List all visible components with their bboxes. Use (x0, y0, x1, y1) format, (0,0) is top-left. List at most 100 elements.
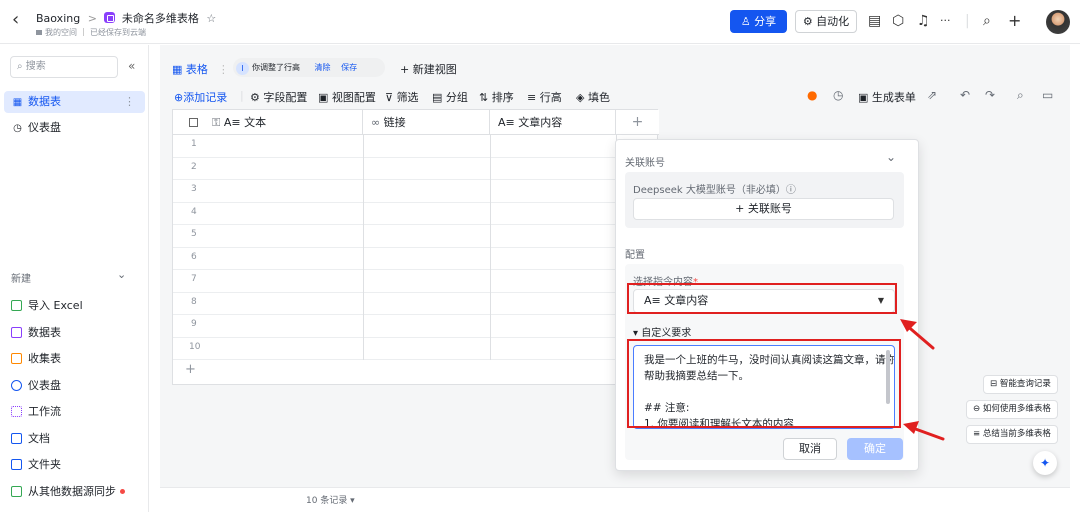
column-header-article[interactable]: A≡ 文章内容 (490, 110, 616, 135)
instruction-label-text: 选择指令内容 (633, 277, 693, 288)
link-account-button[interactable]: + 关联账号 (633, 198, 894, 220)
sidebar-item-datatable[interactable]: ▦ 数据表 ⋮ (4, 91, 145, 113)
textarea-scrollbar[interactable] (886, 350, 890, 404)
template-icon[interactable]: ▤ (868, 13, 881, 29)
table-row[interactable]: 2 (173, 158, 659, 180)
more-icon[interactable]: ⋮ (218, 63, 229, 76)
ai-icon[interactable]: ● (807, 88, 817, 102)
table-row[interactable]: 10 (173, 338, 659, 360)
share-button[interactable]: ♙ 分享 (730, 10, 787, 33)
new-doc[interactable]: 文档 (11, 430, 50, 446)
deepseek-account-box: Deepseek 大模型账号（非必填）ⓘ + 关联账号 (625, 172, 904, 228)
add-row-button[interactable]: + (185, 362, 196, 377)
sidebar-item-dashboard[interactable]: ◷ 仪表盘 (4, 117, 145, 139)
config-title: 配置 (625, 250, 645, 261)
tab-table-view[interactable]: ▦ 表格 ⋮ (172, 61, 229, 77)
group-button[interactable]: ▤ 分组 (432, 89, 468, 105)
filter-button[interactable]: ⊽ 筛选 (385, 89, 419, 105)
comment-icon[interactable]: ▭ (1042, 88, 1053, 102)
new-sync-source[interactable]: 从其他数据源同步 (11, 483, 125, 499)
table-row[interactable]: 1 (173, 135, 659, 158)
back-button[interactable]: ‹ (12, 11, 19, 29)
column-header-link[interactable]: ∞ 链接 (363, 110, 490, 135)
search-records-icon[interactable]: ⌕ (1017, 88, 1024, 103)
breadcrumb-root[interactable]: Baoxing (36, 12, 80, 25)
share-view-icon[interactable]: ⇗ (927, 88, 937, 102)
instruction-select[interactable]: A≡ 文章内容 ▼ (633, 289, 895, 313)
summarize-button[interactable]: ≡ 总结当前多维表格 (966, 425, 1058, 444)
fill-color-button[interactable]: ◈ 填色 (576, 89, 610, 105)
divider: | (965, 13, 970, 29)
row-height-notice: I 你调整了行高 清除 保存 (233, 58, 385, 77)
new-item-label: 文档 (28, 432, 50, 445)
confirm-button[interactable]: 确定 (847, 438, 903, 460)
table-row[interactable]: 4 (173, 203, 659, 225)
bell-icon[interactable]: ♫ (917, 13, 930, 29)
table-row[interactable]: 5 (173, 225, 659, 248)
new-folder[interactable]: 文件夹 (11, 456, 61, 472)
plugin-icon[interactable]: ⬡ (892, 13, 904, 29)
sidebar: ⌕ 搜索 « ▦ 数据表 ⋮ ◷ 仪表盘 新建 ⌄ 导入 Excel 数据表 收集表 … (0, 45, 149, 512)
generate-form-button[interactable]: ▣ 生成表单 (858, 89, 916, 105)
excel-icon (11, 300, 22, 311)
paint-bucket-icon: ◈ (576, 91, 588, 104)
select-all-checkbox[interactable] (189, 118, 198, 127)
view-config-button[interactable]: ▣ 视图配置 (318, 89, 376, 105)
ai-assistant-button[interactable]: ✦ (1033, 451, 1057, 475)
workflow-icon (11, 406, 22, 417)
search-input[interactable]: ⌕ 搜索 (10, 56, 118, 78)
search-placeholder: 搜索 (25, 61, 46, 72)
row-number: 9 (191, 319, 197, 329)
avatar[interactable] (1046, 10, 1070, 34)
table-row[interactable]: 9 (173, 315, 659, 338)
table-row[interactable]: 6 (173, 248, 659, 270)
table-row[interactable]: 7 (173, 270, 659, 293)
column-header-text[interactable]: ⚿ A≡ 文本 (173, 110, 363, 135)
new-datatable[interactable]: 数据表 (11, 324, 61, 340)
view-bar: ▦ 表格 ⋮ I 你调整了行高 清除 保存 + 新建视图 (160, 52, 1070, 82)
add-icon[interactable]: + (1008, 13, 1021, 29)
space-label[interactable]: 我的空间 (45, 28, 77, 37)
row-height-button[interactable]: ≡ 行高 (527, 89, 562, 105)
deepseek-label: Deepseek 大模型账号（非必填）ⓘ (633, 185, 796, 196)
new-form[interactable]: 收集表 (11, 350, 61, 366)
document-title[interactable]: 未命名多维表格 (122, 12, 199, 25)
how-to-use-button[interactable]: ⊖ 如何使用多维表格 (966, 400, 1058, 419)
table-row[interactable]: 3 (173, 180, 659, 203)
table-row[interactable]: 8 (173, 293, 659, 315)
location-status: 我的空间 已经保存到云端 (36, 27, 146, 38)
textarea-line: ## 注意: (644, 402, 690, 414)
add-record-button[interactable]: ⊕添加记录 (174, 89, 227, 105)
field-config-button[interactable]: ⚙ 字段配置 (250, 89, 307, 105)
search-icon[interactable]: ⌕ (983, 13, 991, 29)
collapse-sidebar-button[interactable]: « (128, 59, 135, 73)
history-icon[interactable]: ◷ (833, 88, 843, 102)
sort-button[interactable]: ⇅ 排序 (479, 89, 514, 105)
row-number: 8 (191, 296, 197, 307)
clear-link[interactable]: 清除 (315, 63, 331, 72)
add-circle-icon: ⊕ (174, 91, 184, 104)
chevron-down-icon[interactable]: ⌄ (117, 268, 126, 281)
record-count[interactable]: 10 条记录 ▾ (306, 493, 355, 506)
new-workflow[interactable]: 工作流 (11, 403, 61, 419)
redo-icon[interactable]: ↷ (985, 88, 995, 102)
new-view-button[interactable]: + 新建视图 (400, 61, 457, 77)
automation-button[interactable]: ⚙ 自动化 (795, 10, 857, 33)
more-icon[interactable]: ⋮ (124, 91, 135, 113)
cancel-button[interactable]: 取消 (783, 438, 837, 460)
smart-query-button[interactable]: ⊟ 智能查询记录 (983, 375, 1058, 394)
more-icon[interactable]: ··· (940, 13, 951, 29)
toolbar-label: 字段配置 (263, 91, 308, 104)
chevron-down-icon[interactable]: ⌄ (886, 150, 896, 164)
add-column-button[interactable]: + (616, 110, 659, 135)
summary-icon: ≡ (973, 429, 983, 439)
new-import-excel[interactable]: 导入 Excel (11, 297, 83, 313)
undo-icon[interactable]: ↶ (960, 88, 970, 102)
row-number: 6 (191, 251, 197, 262)
new-dashboard[interactable]: 仪表盘 (11, 377, 61, 393)
custom-requirement-toggle[interactable]: ▾ 自定义要求 (633, 324, 691, 339)
share-label: 分享 (754, 15, 777, 28)
custom-requirement-textarea[interactable]: 我是一个上班的牛马，没时间认真阅读这篇文章，请你 帮助我摘要总结一下。 ## 注… (633, 345, 895, 429)
save-link[interactable]: 保存 (341, 63, 357, 72)
star-icon[interactable]: ☆ (206, 12, 216, 25)
